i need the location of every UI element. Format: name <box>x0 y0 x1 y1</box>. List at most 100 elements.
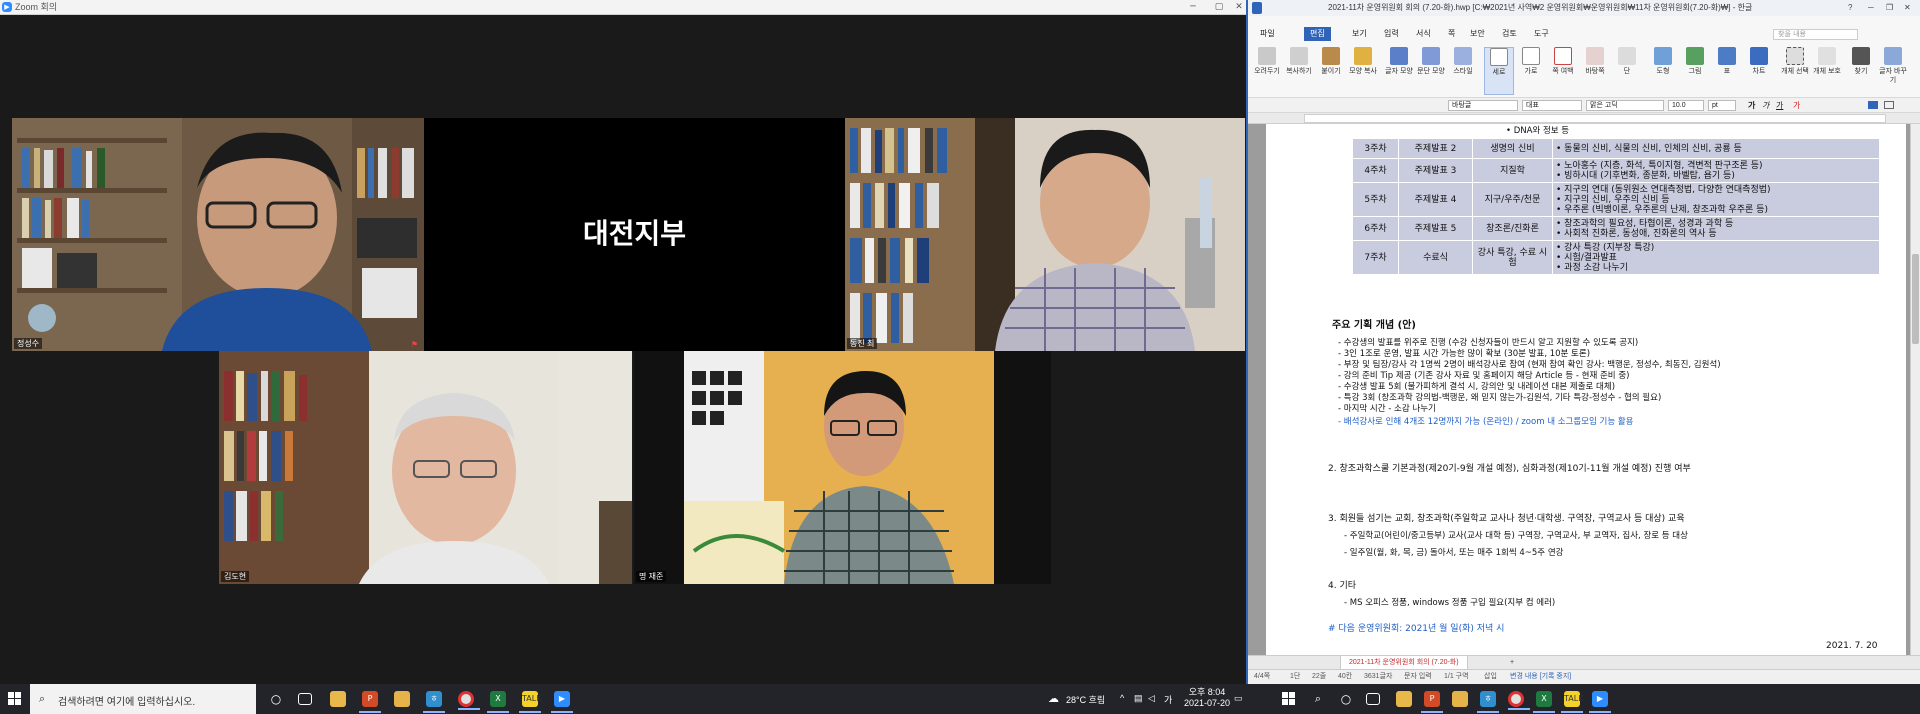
vertical-scrollbar[interactable] <box>1910 124 1920 655</box>
excel-icon[interactable]: X <box>1533 691 1555 713</box>
file-explorer-icon[interactable] <box>330 691 346 707</box>
minimize-icon[interactable]: ─ <box>1180 0 1206 15</box>
powerpoint-icon[interactable]: P <box>359 691 381 713</box>
italic-icon[interactable]: 가 <box>1762 100 1769 111</box>
columns-button[interactable]: 단 <box>1612 47 1642 95</box>
object-protect-button[interactable]: 개체 보호 <box>1812 47 1842 95</box>
underline-icon[interactable]: 가 <box>1776 100 1783 111</box>
participant-tile-3[interactable]: 동진 최 <box>845 118 1245 351</box>
menu-review[interactable]: 검토 <box>1502 27 1517 41</box>
menu-insert[interactable]: 입력 <box>1384 27 1399 41</box>
chrome-icon[interactable] <box>458 691 480 710</box>
menu-page[interactable]: 쪽 <box>1448 27 1455 41</box>
participant-tile-2[interactable]: 대전지부 <box>424 118 845 351</box>
format-painter-button[interactable]: 모양 복사 <box>1348 47 1378 95</box>
chart-button[interactable]: 차트 <box>1744 47 1774 95</box>
font-select[interactable]: 맑은 고딕 <box>1586 100 1664 111</box>
windows-start-icon[interactable] <box>8 692 22 706</box>
align-justify-icon[interactable] <box>1868 101 1878 109</box>
font-size-input[interactable]: 10.0 <box>1668 100 1704 111</box>
style-select[interactable]: 바탕글 <box>1448 100 1518 111</box>
document-tab-bar: 2021-11차 운영위원회 회의 (7.20-화) + <box>1248 655 1920 670</box>
zoom-icon[interactable]: ▶ <box>1589 691 1611 713</box>
kakaotalk-icon[interactable]: TALK <box>1561 691 1583 713</box>
char-shape-button[interactable]: 글자 모양 <box>1384 47 1414 95</box>
menu-file[interactable]: 파일 <box>1260 27 1275 41</box>
para-shape-button[interactable]: 문단 모양 <box>1416 47 1446 95</box>
hangul-icon[interactable]: ㅎ <box>1477 691 1499 713</box>
menu-security[interactable]: 보안 <box>1470 27 1485 41</box>
task-view-icon[interactable] <box>1366 693 1380 705</box>
document-tab[interactable]: 2021-11차 운영위원회 회의 (7.20-화) <box>1340 656 1468 670</box>
weather-text[interactable]: 28°C 흐림 <box>1066 693 1105 714</box>
cortana-icon[interactable]: ○ <box>268 691 284 707</box>
picture-button[interactable]: 그림 <box>1680 47 1710 95</box>
font-color-icon[interactable]: 가 <box>1793 100 1800 111</box>
volume-icon[interactable]: ◁ <box>1148 693 1155 714</box>
menu-view[interactable]: 보기 <box>1352 27 1367 41</box>
object-select-button[interactable]: 개체 선택 <box>1780 47 1810 95</box>
add-tab-icon[interactable]: + <box>1510 656 1514 669</box>
shape-button[interactable]: 도형 <box>1648 47 1678 95</box>
landscape-page-icon <box>1522 47 1540 65</box>
powerpoint-icon[interactable]: P <box>1421 691 1443 713</box>
plan-item: - 마지막 시간 - 소감 나누기 <box>1338 404 1436 414</box>
participant-tile-5-active-speaker[interactable]: 명 재준 <box>634 351 1051 584</box>
participant-tile-1[interactable]: 정성수 ⚑ <box>12 118 424 351</box>
columns-icon <box>1618 47 1636 65</box>
style-button[interactable]: 스타일 <box>1448 47 1478 95</box>
restore-icon[interactable]: ❐ <box>1886 0 1893 16</box>
windows-start-icon[interactable] <box>1282 692 1296 706</box>
participant-video-5 <box>634 351 1051 584</box>
master-page-button[interactable]: 바탕쪽 <box>1580 47 1610 95</box>
align-left-icon[interactable] <box>1884 101 1894 109</box>
hwp-search-input[interactable]: 찾을 내용 <box>1773 29 1858 40</box>
store-icon[interactable] <box>1452 691 1468 707</box>
ime-indicator[interactable]: 가 <box>1164 693 1172 714</box>
excel-icon[interactable]: X <box>487 691 509 713</box>
cortana-icon[interactable]: ○ <box>1338 691 1354 707</box>
close-icon[interactable]: ✕ <box>1904 0 1911 16</box>
participant-tile-4[interactable]: 김도현 <box>219 351 632 584</box>
task-view-icon[interactable] <box>298 693 312 705</box>
style-target-select[interactable]: 대표 <box>1522 100 1582 111</box>
taskbar-search-placeholder: 검색하려면 여기에 입력하십시오. <box>58 697 196 708</box>
menu-tools[interactable]: 도구 <box>1534 27 1549 41</box>
find-button[interactable]: 찾기 <box>1846 47 1876 95</box>
zoom-icon[interactable]: ▶ <box>551 691 573 713</box>
file-explorer-icon[interactable] <box>1396 691 1412 707</box>
participant-name-1: 정성수 <box>14 338 43 349</box>
schedule-table[interactable]: 3주차 주제발표 2 생명의 신비 • 동물의 신비, 식물의 신비, 인체의 … <box>1352 138 1880 275</box>
search-icon: ⌕ <box>39 692 46 705</box>
agenda-item-3a: - 주일학교(어린이/중고등부) 교사(교사 대학 등) 구역장, 구역교사, … <box>1344 531 1688 541</box>
cut-button[interactable]: 오려두기 <box>1252 47 1282 95</box>
replace-button[interactable]: 글자 바꾸기 <box>1878 47 1908 95</box>
chrome-icon[interactable] <box>1508 691 1530 710</box>
taskbar-search-box[interactable]: ⌕ 검색하려면 여기에 입력하십시오. <box>30 684 256 714</box>
agenda-item-2: 2. 창조과학스쿨 기본과정(제20기-9월 개설 예정), 심화과정(제10기… <box>1328 464 1691 474</box>
table-button[interactable]: 표 <box>1712 47 1742 95</box>
hwp-document-area[interactable]: • DNA와 정보 등 3주차 주제발표 2 생명의 신비 • 동물의 신비, … <box>1248 124 1910 655</box>
help-icon[interactable]: ? <box>1848 0 1852 16</box>
notification-icon[interactable]: ▭ <box>1234 693 1243 714</box>
portrait-button[interactable]: 세로 <box>1484 47 1514 95</box>
hwp-app-icon <box>1252 2 1262 14</box>
document-page[interactable]: • DNA와 정보 등 3주차 주제발표 2 생명의 신비 • 동물의 신비, … <box>1266 124 1906 655</box>
menu-format[interactable]: 서식 <box>1416 27 1431 41</box>
landscape-button[interactable]: 가로 <box>1516 47 1546 95</box>
page-margin-button[interactable]: 쪽 여백 <box>1548 47 1578 95</box>
paste-button[interactable]: 붙이기 <box>1316 47 1346 95</box>
copy-button[interactable]: 복사하기 <box>1284 47 1314 95</box>
hangul-icon[interactable]: ㅎ <box>423 691 445 713</box>
taskbar-clock[interactable]: 오후 8:04 2021-07-20 <box>1184 687 1230 714</box>
network-icon[interactable]: ▤ <box>1134 693 1143 714</box>
bold-icon[interactable]: 가 <box>1748 100 1755 111</box>
store-icon[interactable] <box>394 691 410 707</box>
font-unit-select[interactable]: pt <box>1708 100 1736 111</box>
kakaotalk-icon[interactable]: TALK <box>519 691 541 713</box>
tray-expand-icon[interactable]: ^ <box>1120 693 1124 714</box>
minimize-icon[interactable]: ─ <box>1868 0 1874 16</box>
search-icon[interactable]: ⌕ <box>1310 691 1326 707</box>
menu-edit[interactable]: 편집 <box>1304 27 1331 41</box>
portrait-page-icon <box>1490 48 1508 66</box>
